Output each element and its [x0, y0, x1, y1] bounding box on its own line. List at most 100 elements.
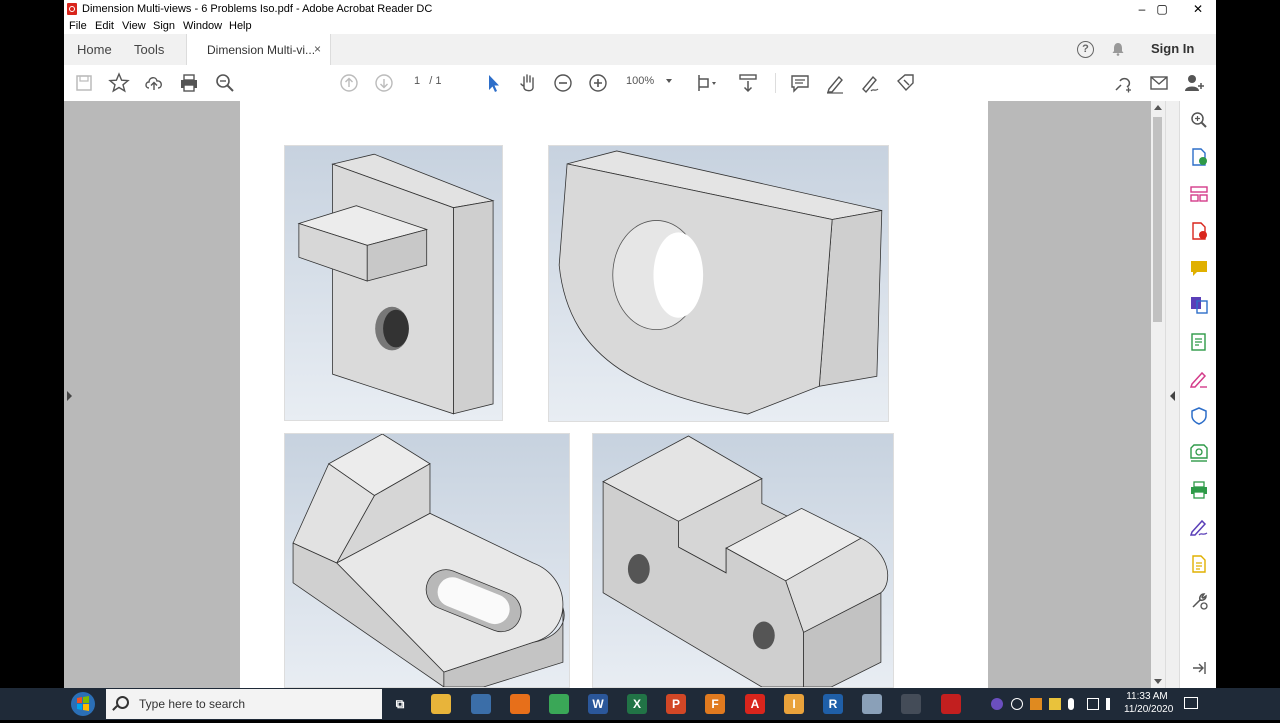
- hand-pan-icon[interactable]: [517, 72, 539, 94]
- find-magnifier-icon[interactable]: [214, 72, 236, 94]
- scan-ocr-icon[interactable]: [1190, 444, 1208, 462]
- taskbar-app-app-i[interactable]: I: [784, 694, 804, 714]
- more-tools-wrench-icon[interactable]: [1190, 592, 1208, 610]
- save-icon[interactable]: [73, 72, 95, 94]
- combine-files-icon[interactable]: [1190, 296, 1208, 314]
- zoom-out-icon[interactable]: [552, 72, 574, 94]
- scroll-mode-icon[interactable]: [737, 72, 759, 94]
- taskbar-search-box[interactable]: Type here to search: [106, 689, 382, 719]
- page-up-icon[interactable]: [338, 72, 360, 94]
- menu-window[interactable]: Window: [183, 20, 222, 32]
- right-pane-divider: [1165, 101, 1180, 688]
- menu-sign[interactable]: Sign: [153, 20, 175, 32]
- sign-icon[interactable]: [859, 72, 881, 94]
- highlight-pen-icon[interactable]: [824, 72, 846, 94]
- edit-pdf-icon[interactable]: [1190, 333, 1208, 351]
- create-pdf-icon[interactable]: [1190, 222, 1208, 240]
- tray-app3-icon[interactable]: [1049, 698, 1061, 710]
- close-tab-icon[interactable]: ×: [314, 42, 321, 56]
- search-icon: [116, 696, 129, 709]
- taskbar-app-app-cloud[interactable]: [862, 694, 882, 714]
- email-icon[interactable]: [1148, 72, 1170, 94]
- rich-media-icon[interactable]: [1190, 555, 1208, 573]
- toolbar-separator: [775, 73, 776, 93]
- taskbar-app-label: [901, 694, 921, 714]
- taskbar-app-app-f[interactable]: F: [705, 694, 725, 714]
- scrollbar-thumb[interactable]: [1153, 117, 1162, 322]
- scroll-up-arrow-icon[interactable]: [1154, 105, 1162, 110]
- taskbar-app-acrobat[interactable]: A: [745, 694, 765, 714]
- fit-page-icon[interactable]: [695, 72, 717, 94]
- print-production-icon[interactable]: [1190, 481, 1208, 499]
- page-down-icon[interactable]: [373, 72, 395, 94]
- notification-bell-icon[interactable]: [1111, 42, 1125, 56]
- taskbar-app-label: X: [632, 697, 641, 711]
- search-zoom-icon[interactable]: [1190, 111, 1208, 129]
- taskbar-app-powerpoint[interactable]: P: [666, 694, 686, 714]
- comment-icon[interactable]: [789, 72, 811, 94]
- taskbar-app-app-disc[interactable]: [901, 694, 921, 714]
- taskbar-app-excel[interactable]: X: [627, 694, 647, 714]
- volume-icon[interactable]: [1106, 698, 1116, 710]
- tab-document[interactable]: Dimension Multi-vi... ×: [186, 34, 331, 65]
- tab-tools[interactable]: Tools: [134, 42, 164, 57]
- start-button[interactable]: [68, 690, 98, 718]
- close-window-button[interactable]: ✕: [1180, 0, 1216, 18]
- left-pane-expand-icon[interactable]: [67, 391, 72, 401]
- menu-file[interactable]: File: [69, 20, 87, 32]
- taskbar-app-calculator[interactable]: [471, 694, 491, 714]
- taskbar-app-label: [941, 694, 961, 714]
- isometric-part-2-image: [548, 145, 889, 422]
- comment-tool-icon[interactable]: [1190, 259, 1208, 277]
- taskbar-app-task-view[interactable]: ⧉: [390, 694, 410, 714]
- pdf-app-icon: [67, 3, 77, 15]
- select-cursor-icon[interactable]: [482, 72, 504, 94]
- tray-app2-icon[interactable]: [1030, 698, 1042, 710]
- taskbar-clock[interactable]: 11:33 AM 11/20/2020: [1124, 690, 1173, 716]
- current-page-input[interactable]: 1 / 1: [414, 75, 442, 87]
- taskbar-app-label: ⧉: [395, 697, 405, 711]
- document-viewport[interactable]: [64, 101, 1151, 688]
- menu-edit[interactable]: Edit: [95, 20, 114, 32]
- maximize-button[interactable]: ▢: [1144, 0, 1180, 18]
- bookmark-star-icon[interactable]: [108, 72, 130, 94]
- sign-in-button[interactable]: Sign In: [1151, 41, 1194, 56]
- fill-sign-tool-icon[interactable]: [1189, 370, 1208, 388]
- export-pdf-icon[interactable]: [1190, 148, 1208, 166]
- menu-view[interactable]: View: [122, 20, 146, 32]
- action-center-icon[interactable]: [1184, 697, 1198, 709]
- clock-time: 11:33 AM: [1126, 691, 1168, 702]
- taskbar-app-chrome[interactable]: [549, 694, 569, 714]
- isometric-part-3-image: [284, 433, 570, 688]
- menu-bar: File Edit View Sign Window Help: [64, 18, 1216, 34]
- taskbar-app-revit[interactable]: R: [823, 694, 843, 714]
- zoom-dropdown-chevron-icon[interactable]: [666, 79, 672, 83]
- fill-sign-icon[interactable]: [894, 72, 916, 94]
- add-user-icon[interactable]: [1183, 72, 1205, 94]
- main-toolbar: 1 / 1 100%: [64, 65, 1216, 102]
- print-icon[interactable]: [178, 72, 200, 94]
- zoom-in-icon[interactable]: [587, 72, 609, 94]
- help-icon[interactable]: ?: [1077, 41, 1094, 58]
- pdf-page: [240, 101, 988, 688]
- taskbar-app-file-explorer[interactable]: [431, 694, 451, 714]
- protect-shield-icon[interactable]: [1190, 407, 1208, 425]
- organize-pages-icon[interactable]: [1190, 185, 1208, 203]
- network-icon[interactable]: [1087, 698, 1099, 710]
- send-sign-icon[interactable]: [1189, 518, 1208, 536]
- right-pane-collapse-icon[interactable]: [1170, 391, 1175, 401]
- collapse-pane-icon[interactable]: [1190, 659, 1208, 677]
- vertical-scrollbar[interactable]: [1151, 101, 1165, 688]
- microphone-icon[interactable]: [1068, 698, 1074, 710]
- menu-help[interactable]: Help: [229, 20, 252, 32]
- share-link-icon[interactable]: [1112, 72, 1134, 94]
- tray-app-icon[interactable]: [991, 698, 1003, 710]
- taskbar-app-word[interactable]: W: [588, 694, 608, 714]
- upload-cloud-icon[interactable]: [143, 72, 165, 94]
- tab-home[interactable]: Home: [77, 42, 112, 57]
- taskbar-app-acrobat-reader[interactable]: [941, 694, 961, 714]
- tray-record-icon[interactable]: [1011, 698, 1023, 710]
- tools-pane: [1179, 101, 1216, 688]
- scroll-down-arrow-icon[interactable]: [1154, 679, 1162, 684]
- taskbar-app-firefox[interactable]: [510, 694, 530, 714]
